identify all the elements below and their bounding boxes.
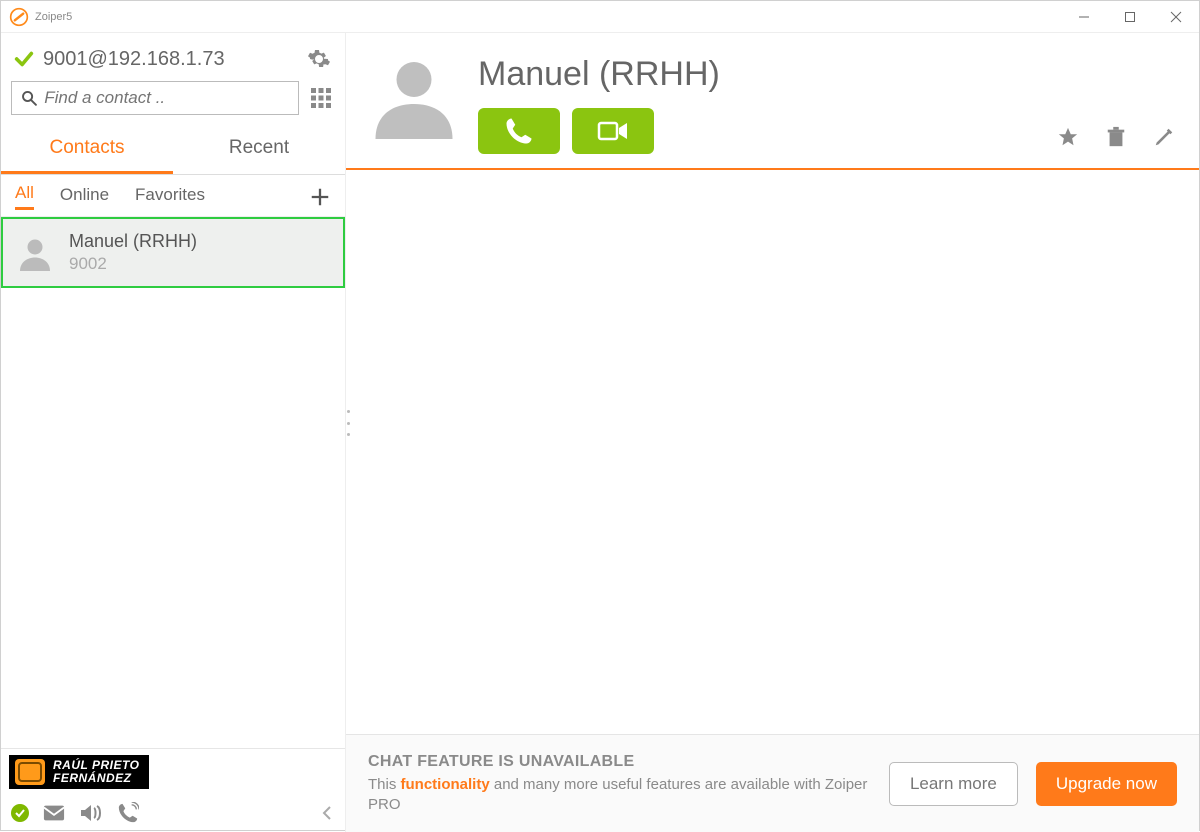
collapse-icon[interactable]: [319, 805, 335, 821]
resize-handle[interactable]: [345, 410, 351, 436]
brain-icon: [15, 759, 45, 785]
main-panel: Manuel (RRHH) C: [346, 33, 1199, 832]
dialpad-icon: [309, 86, 333, 110]
learn-more-button[interactable]: Learn more: [889, 762, 1018, 806]
plus-icon: [309, 186, 331, 208]
tab-contacts[interactable]: Contacts: [1, 125, 173, 174]
speaker-icon[interactable]: [79, 803, 103, 823]
favorite-icon[interactable]: [1057, 126, 1079, 148]
tab-recent[interactable]: Recent: [173, 125, 345, 174]
banner-title: CHAT FEATURE IS UNAVAILABLE: [368, 753, 871, 771]
titlebar: Zoiper5: [1, 1, 1199, 33]
contact-item[interactable]: Manuel (RRHH) 9002: [1, 217, 345, 288]
mail-icon[interactable]: [43, 804, 65, 822]
edit-icon[interactable]: [1153, 126, 1175, 148]
search-input[interactable]: [44, 88, 290, 108]
badge-line2: FERNÁNDEZ: [53, 772, 139, 785]
contact-avatar-icon: [372, 55, 456, 139]
contact-detail-name: Manuel (RRHH): [478, 55, 1035, 94]
audio-call-button[interactable]: [478, 108, 560, 154]
avatar-icon: [17, 235, 53, 271]
presence-online-icon[interactable]: [11, 804, 29, 822]
search-icon: [20, 88, 38, 108]
minimize-button[interactable]: [1061, 1, 1107, 33]
upgrade-banner: CHAT FEATURE IS UNAVAILABLE This functio…: [346, 734, 1199, 832]
banner-subtitle: This functionality and many more useful …: [368, 775, 871, 814]
dialpad-button[interactable]: [307, 84, 335, 112]
window-title: Zoiper5: [35, 11, 72, 23]
video-call-button[interactable]: [572, 108, 654, 154]
author-badge: RAÚL PRIETOFERNÁNDEZ: [9, 755, 149, 789]
upgrade-now-button[interactable]: Upgrade now: [1036, 762, 1177, 806]
delete-icon[interactable]: [1105, 126, 1127, 148]
contact-extension: 9002: [69, 254, 197, 274]
account-id[interactable]: 9001@192.168.1.73: [43, 48, 307, 71]
account-online-icon: [13, 48, 35, 70]
phone-settings-icon[interactable]: [117, 802, 139, 824]
contact-name: Manuel (RRHH): [69, 231, 197, 252]
contact-list: Manuel (RRHH) 9002: [1, 217, 345, 748]
phone-icon: [504, 116, 534, 146]
sidebar: 9001@192.168.1.73 Contacts Recent All On…: [1, 33, 346, 832]
close-button[interactable]: [1153, 1, 1199, 33]
app-logo-icon: [9, 7, 29, 27]
video-icon: [597, 119, 629, 143]
settings-icon[interactable]: [307, 47, 331, 71]
maximize-button[interactable]: [1107, 1, 1153, 33]
subtab-all[interactable]: All: [15, 183, 34, 210]
search-box[interactable]: [11, 81, 299, 115]
add-contact-button[interactable]: [309, 186, 331, 208]
subtab-favorites[interactable]: Favorites: [135, 185, 205, 209]
subtab-online[interactable]: Online: [60, 185, 109, 209]
